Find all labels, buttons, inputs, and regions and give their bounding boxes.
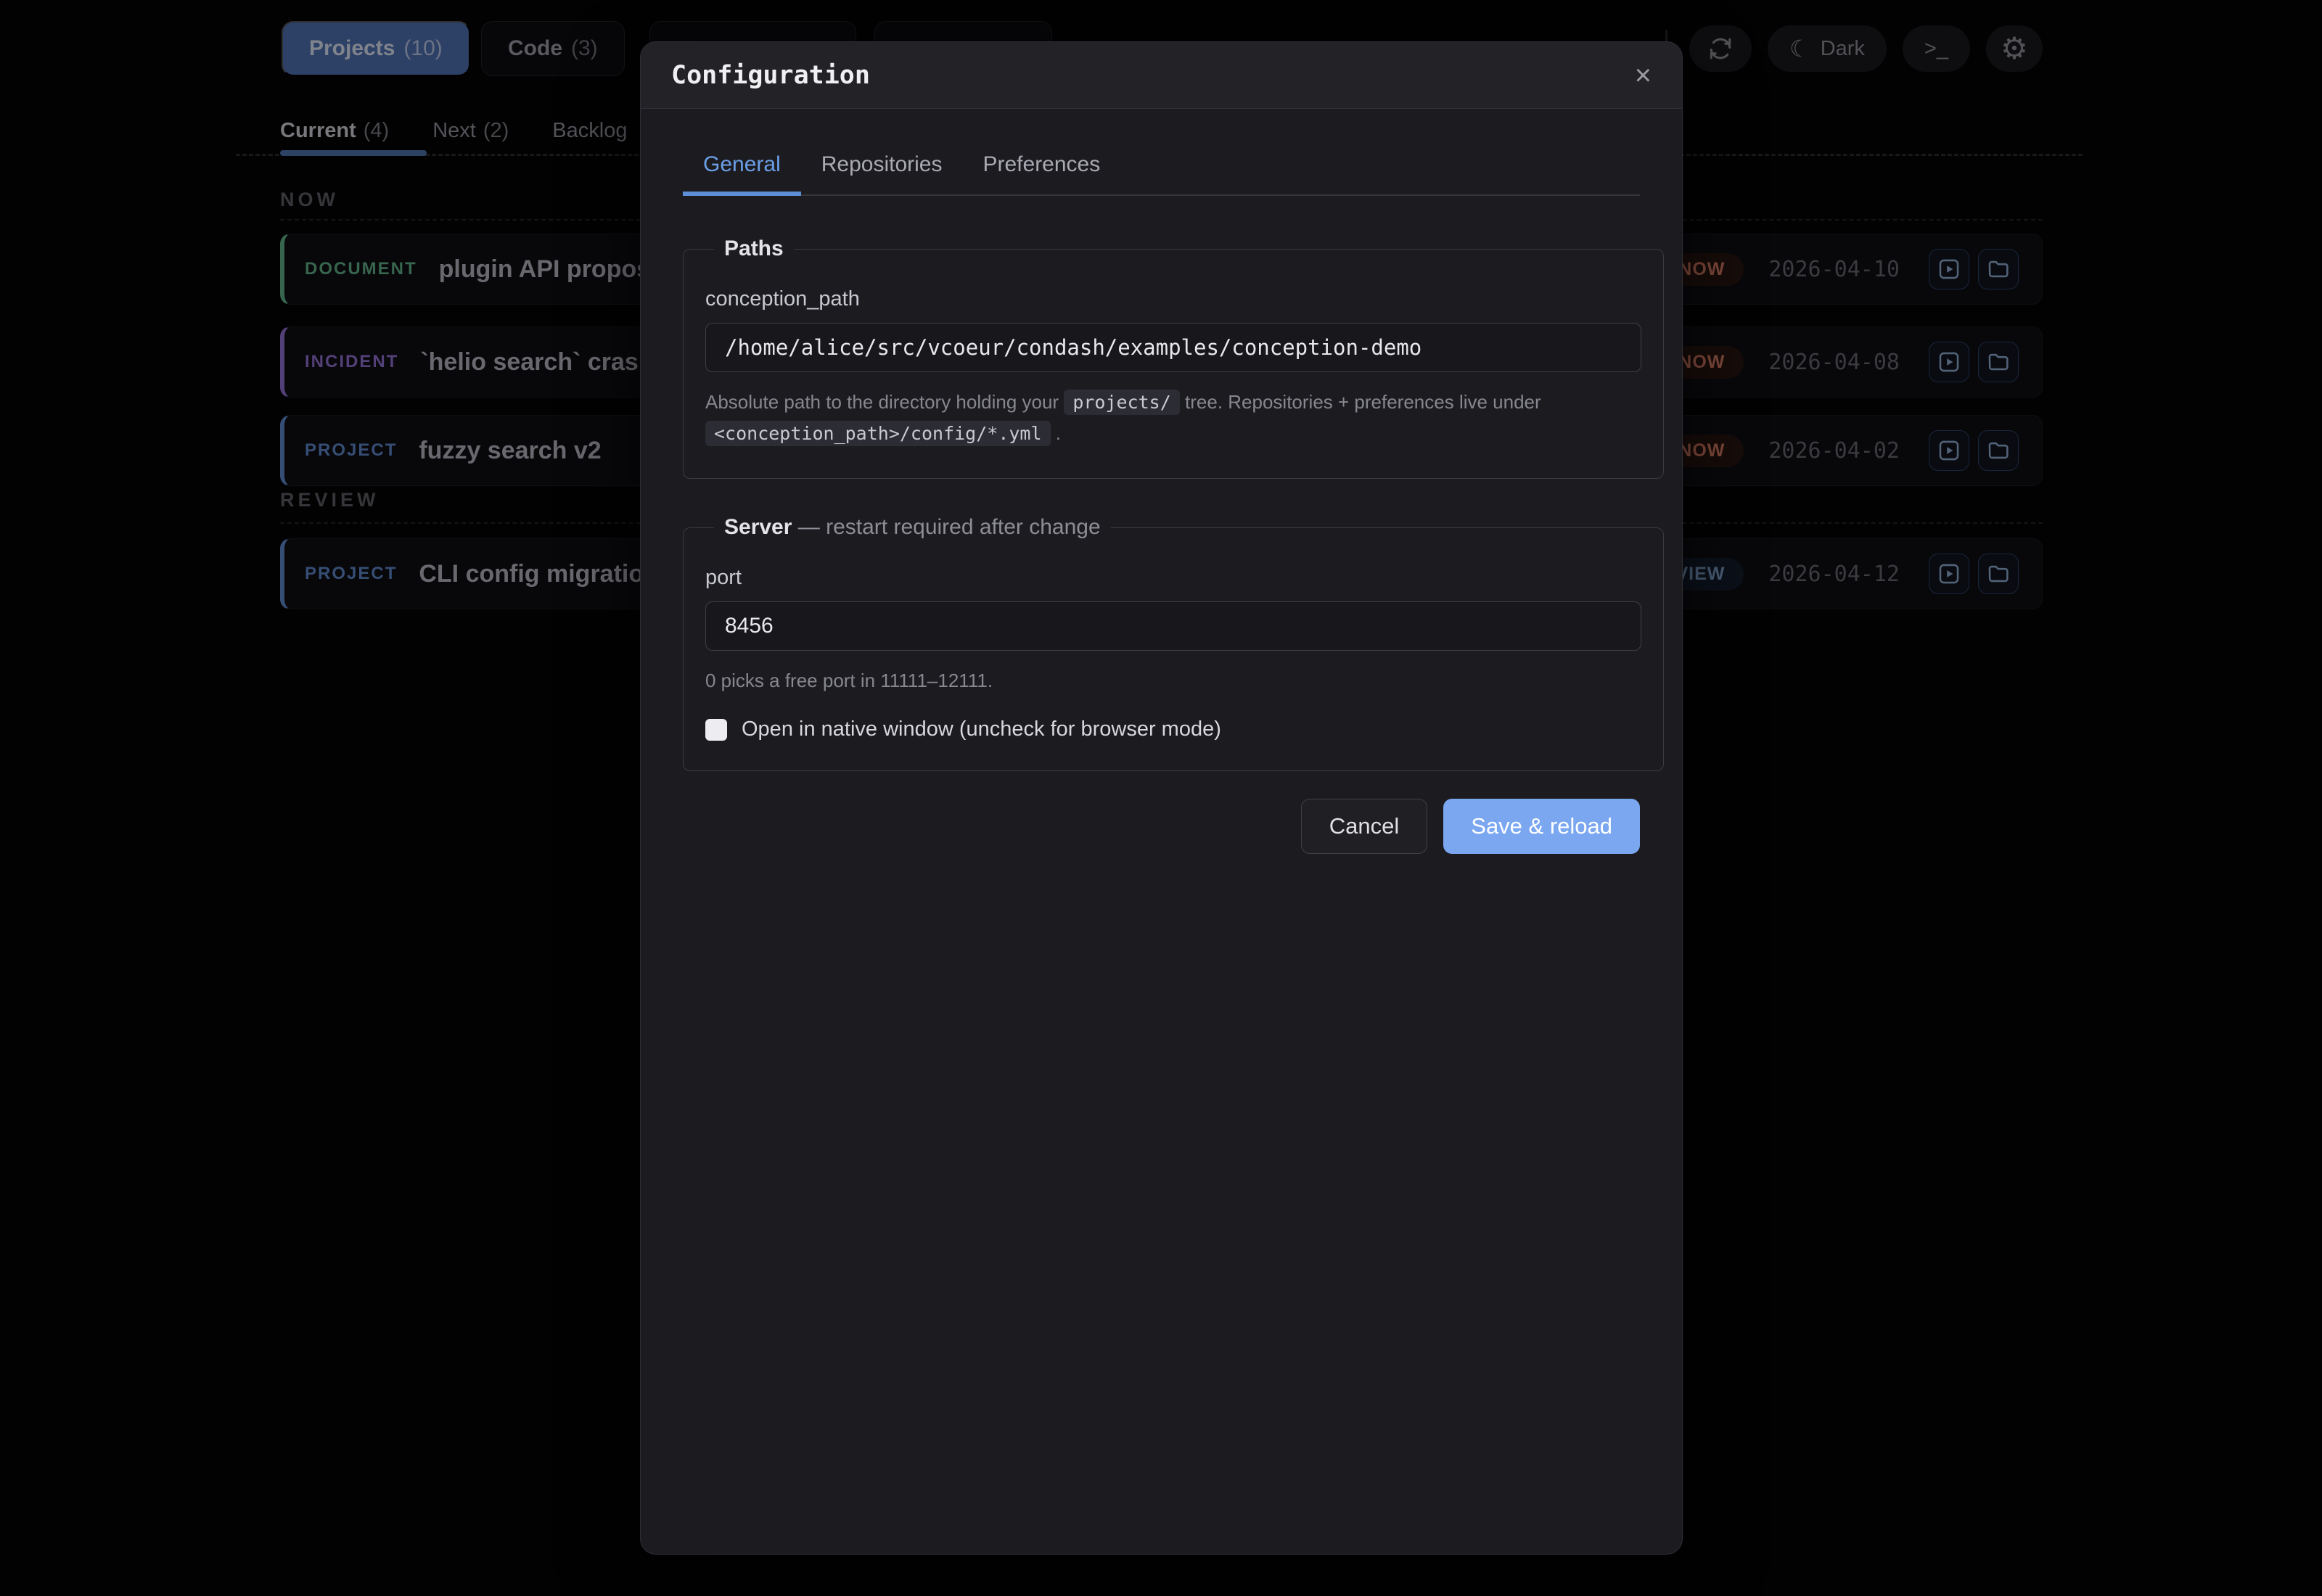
config-code-chip: <conception_path>/config/*.yml [705, 421, 1051, 446]
paths-fieldset: Paths conception_path Absolute path to t… [683, 236, 1664, 479]
server-legend-note: — restart required after change [798, 515, 1101, 539]
native-window-label: Open in native window (uncheck for brows… [742, 717, 1221, 741]
tab-repositories[interactable]: Repositories [801, 142, 963, 196]
port-help: 0 picks a free port in 11111–12111. [705, 665, 1641, 696]
port-label: port [705, 566, 1641, 590]
save-reload-button[interactable]: Save & reload [1443, 799, 1640, 854]
projects-code-chip: projects/ [1064, 390, 1179, 415]
server-legend: Server [724, 515, 792, 539]
dialog-title: Configuration [671, 61, 870, 90]
conception-path-input[interactable] [705, 323, 1641, 372]
configuration-dialog: Configuration × General Repositories Pre… [640, 41, 1683, 1555]
tab-preferences[interactable]: Preferences [962, 142, 1120, 196]
close-icon[interactable]: × [1635, 61, 1652, 90]
dialog-header: Configuration × [641, 42, 1682, 109]
server-fieldset: Server — restart required after change p… [683, 515, 1664, 771]
conception-path-label: conception_path [705, 287, 1641, 311]
port-input[interactable] [705, 601, 1641, 651]
cancel-button[interactable]: Cancel [1301, 799, 1428, 854]
native-window-checkbox[interactable] [705, 719, 727, 741]
paths-legend: Paths [724, 236, 784, 260]
dialog-tabs: General Repositories Preferences [683, 142, 1640, 196]
conception-path-help: Absolute path to the directory holding y… [705, 387, 1641, 449]
tab-general[interactable]: General [683, 142, 801, 196]
